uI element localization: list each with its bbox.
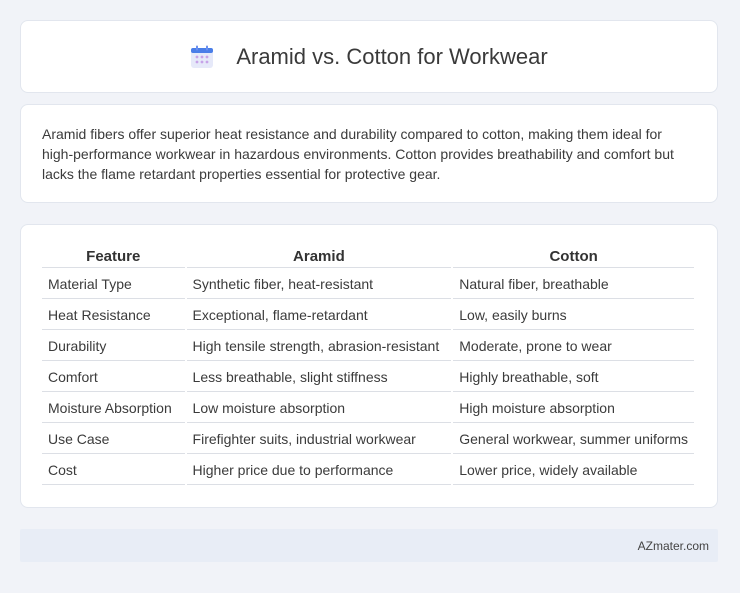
calendar-icon [191,45,214,68]
table-row: Use Case Firefighter suits, industrial w… [42,425,694,454]
header-cotton: Cotton [453,245,694,268]
summary-text: Aramid fibers offer superior heat resist… [42,126,674,182]
comparison-table-card: Feature Aramid Cotton Material Type Synt… [20,224,718,508]
summary-card: Aramid fibers offer superior heat resist… [20,104,718,203]
title-card: Aramid vs. Cotton for Workwear [20,20,718,93]
footer-site-label: AZmater.com [637,538,709,553]
cell-feature: Moisture Absorption [42,394,185,423]
cell-feature: Material Type [42,270,185,299]
cell-feature: Durability [42,332,185,361]
cell-cotton: Moderate, prone to wear [453,332,694,361]
cell-aramid: Higher price due to performance [186,456,452,485]
cell-feature: Cost [42,456,185,485]
table-row: Cost Higher price due to performance Low… [42,456,694,485]
table-row: Comfort Less breathable, slight stiffnes… [42,363,694,392]
comparison-table: Feature Aramid Cotton Material Type Synt… [40,243,696,487]
cell-cotton: Highly breathable, soft [453,363,694,392]
cell-aramid: Firefighter suits, industrial workwear [186,425,452,454]
page-title: Aramid vs. Cotton for Workwear [236,43,548,69]
cell-aramid: Synthetic fiber, heat-resistant [186,270,452,299]
cell-cotton: High moisture absorption [453,394,694,423]
table-header-row: Feature Aramid Cotton [42,245,694,268]
cell-aramid: Less breathable, slight stiffness [186,363,452,392]
cell-feature: Comfort [42,363,185,392]
cell-cotton: Low, easily burns [453,301,694,330]
table-row: Heat Resistance Exceptional, flame-retar… [42,301,694,330]
cell-cotton: General workwear, summer uniforms [453,425,694,454]
header-feature: Feature [42,245,185,268]
cell-aramid: High tensile strength, abrasion-resistan… [186,332,452,361]
cell-aramid: Exceptional, flame-retardant [186,301,452,330]
cell-feature: Heat Resistance [42,301,185,330]
table-row: Durability High tensile strength, abrasi… [42,332,694,361]
cell-aramid: Low moisture absorption [186,394,452,423]
cell-feature: Use Case [42,425,185,454]
table-row: Material Type Synthetic fiber, heat-resi… [42,270,694,299]
cell-cotton: Lower price, widely available [453,456,694,485]
table-row: Moisture Absorption Low moisture absorpt… [42,394,694,423]
title-wrap: Aramid vs. Cotton for Workwear [190,43,548,70]
cell-cotton: Natural fiber, breathable [453,270,694,299]
header-aramid: Aramid [186,245,452,268]
footer-bar: AZmater.com [20,529,718,562]
